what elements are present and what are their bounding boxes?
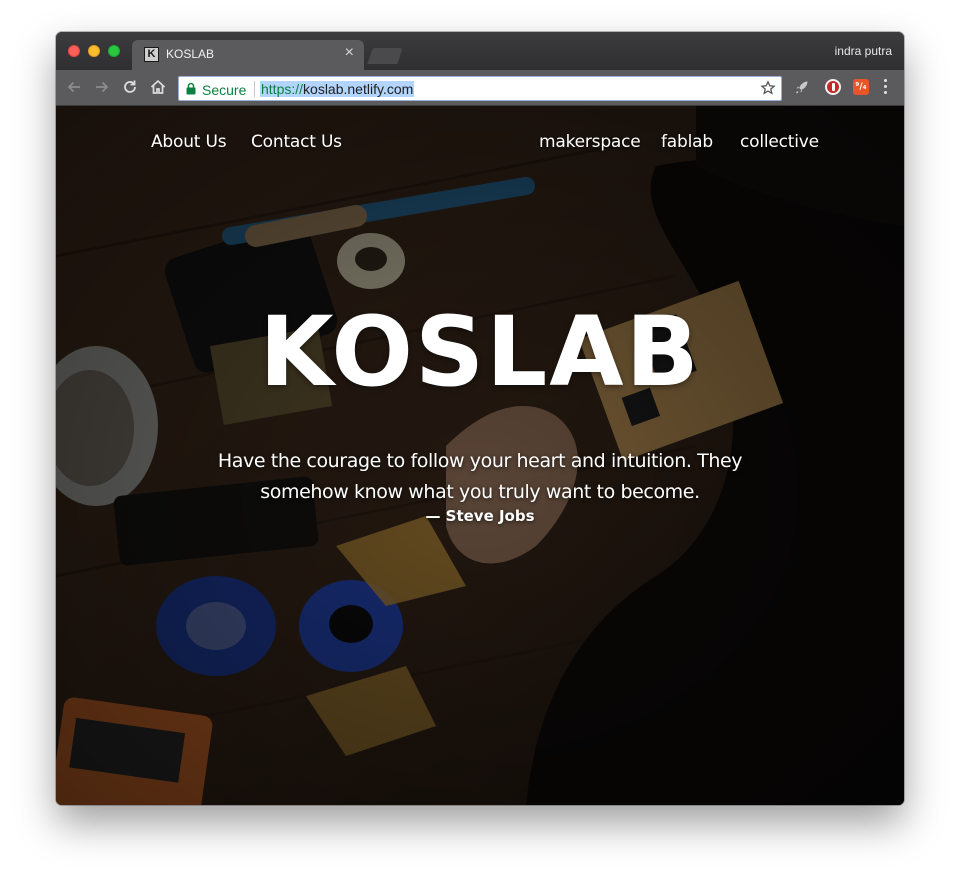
new-tab-button[interactable]: [367, 48, 403, 64]
favicon-icon: K: [144, 47, 159, 62]
rocket-icon[interactable]: [794, 79, 810, 95]
close-window-button[interactable]: [68, 45, 80, 57]
nav-collective[interactable]: collective: [740, 132, 819, 152]
star-icon[interactable]: [760, 80, 776, 96]
browser-toolbar: Secure https://koslab.netlify.com ⁹/₄: [56, 70, 904, 106]
browser-window: K KOSLAB × indra putra Secure https://ko…: [56, 32, 904, 805]
nav-contact-us[interactable]: Contact Us: [251, 132, 342, 152]
nav-about-us[interactable]: About Us: [151, 132, 227, 152]
reload-icon[interactable]: [121, 78, 139, 96]
omnibox-divider: [254, 81, 255, 97]
minimize-window-button[interactable]: [88, 45, 100, 57]
secure-label: Secure: [202, 82, 247, 98]
lock-icon: [186, 82, 196, 95]
hero-title: KOSLAB: [259, 296, 701, 408]
ublock-icon[interactable]: [825, 79, 841, 95]
extension-badge-icon[interactable]: ⁹/₄: [853, 79, 869, 95]
menu-icon[interactable]: [882, 79, 888, 95]
address-bar[interactable]: Secure https://koslab.netlify.com: [178, 76, 782, 101]
nav-fablab[interactable]: fablab: [661, 132, 713, 152]
back-icon[interactable]: [65, 78, 83, 96]
tab-koslab[interactable]: K KOSLAB ×: [132, 40, 364, 70]
tab-title: KOSLAB: [166, 47, 215, 61]
maximize-window-button[interactable]: [108, 45, 120, 57]
url-text[interactable]: https://koslab.netlify.com: [260, 81, 415, 97]
page-viewport: About Us Contact Us makerspace fablab co…: [56, 106, 904, 805]
url-host: koslab.netlify.com: [303, 81, 414, 97]
profile-name[interactable]: indra putra: [835, 44, 892, 58]
tab-close-icon[interactable]: ×: [345, 45, 354, 61]
home-icon[interactable]: [149, 78, 167, 96]
nav-makerspace[interactable]: makerspace: [539, 132, 641, 152]
title-bar: K KOSLAB × indra putra: [56, 32, 904, 70]
hero-quote: Have the courage to follow your heart an…: [217, 450, 743, 503]
url-scheme: https://: [261, 81, 304, 97]
quote-author: — Steve Jobs: [425, 507, 535, 525]
forward-icon[interactable]: [93, 78, 111, 96]
